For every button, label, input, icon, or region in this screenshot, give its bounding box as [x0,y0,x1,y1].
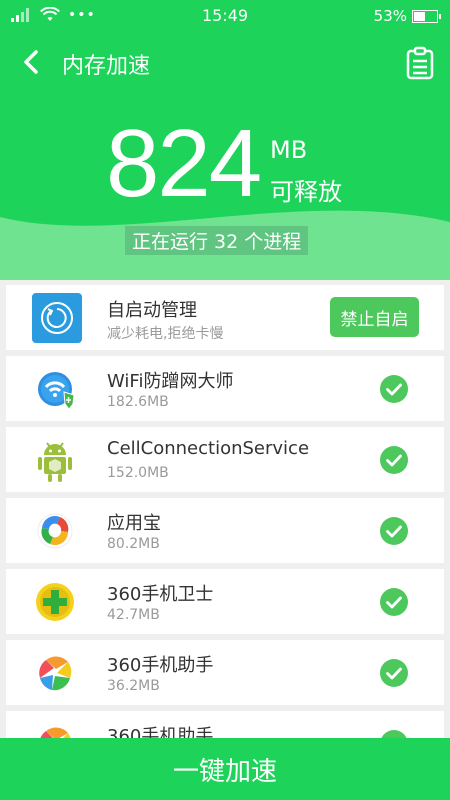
clipboard-icon[interactable] [404,46,436,80]
check-icon[interactable] [380,659,408,687]
check-icon[interactable] [380,588,408,616]
autostart-desc: 减少耗电,拒绝卡慢 [107,326,224,342]
list-item[interactable]: 应用宝 80.2MB [6,498,444,563]
app-name: WiFi防蹭网大师 [107,371,234,392]
assistant-icon [38,656,72,691]
battery-icon [412,9,441,23]
check-icon[interactable] [380,375,408,403]
list-item[interactable]: WiFi防蹭网大师 182.6MB [6,356,444,421]
releasable-label: 可释放 [270,178,342,206]
disable-autostart-button[interactable]: 禁止自启 [330,297,419,337]
wifi-shield-icon [38,372,75,410]
status-right: 53% [373,7,441,25]
app-name: 360手机助手 [107,655,214,676]
list-item[interactable]: 360手机助手 36.2MB [6,640,444,705]
autostart-manager-row[interactable]: 自启动管理 减少耗电,拒绝卡慢 禁止自启 [6,285,444,350]
running-processes: 正在运行 32 个进程 [125,226,309,255]
battery-percent: 53% [373,7,407,25]
app-store-icon [37,513,73,549]
memory-header: 内存加速 824 MB 可释放 正在运行 32 个进程 [0,32,450,280]
app-size: 42.7MB [107,607,160,623]
one-click-boost-button[interactable]: 一键加速 [0,738,450,800]
check-icon[interactable] [380,446,408,474]
list-item[interactable]: CellConnectionService 152.0MB [6,427,444,492]
page-title: 内存加速 [62,54,151,79]
title-bar: 内存加速 [0,32,450,92]
autostart-icon [32,293,82,343]
app-size: 182.6MB [107,394,169,410]
list-item[interactable]: 360手机卫士 42.7MB [6,569,444,634]
memory-value: 824 [106,110,262,217]
android-robot-icon [38,442,72,482]
autostart-title: 自启动管理 [107,300,197,321]
app-name: CellConnectionService [107,438,310,459]
back-arrow-icon[interactable] [16,46,48,78]
app-size: 152.0MB [107,465,169,481]
app-name: 应用宝 [107,513,161,534]
battery-fill [414,11,426,21]
check-icon[interactable] [380,517,408,545]
security-guard-icon [36,583,74,621]
memory-unit: MB [270,136,308,164]
app-size: 80.2MB [107,536,160,552]
app-name: 360手机卫士 [107,584,214,605]
status-bar: ••• 15:49 53% [0,0,450,32]
app-size: 36.2MB [107,678,160,694]
